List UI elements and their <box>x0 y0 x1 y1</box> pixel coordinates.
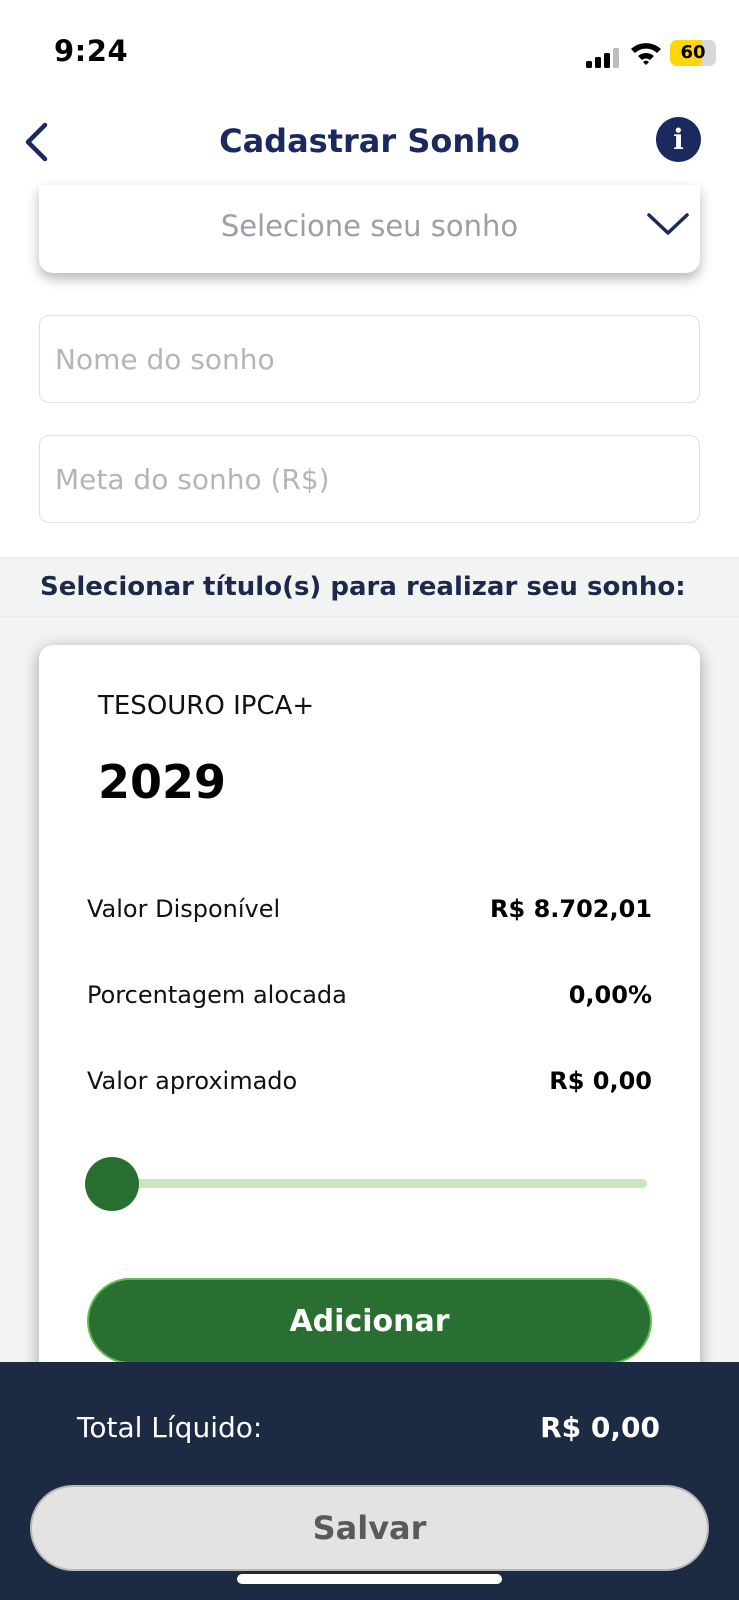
chevron-down-icon <box>647 213 689 235</box>
add-button[interactable]: Adicionar <box>87 1278 652 1364</box>
dream-goal-field[interactable] <box>39 435 700 523</box>
cellular-signal-icon <box>586 48 620 68</box>
battery-icon: 60 <box>670 40 716 66</box>
total-label: Total Líquido: <box>77 1411 263 1444</box>
home-indicator <box>237 1574 502 1584</box>
allocated-percentage-row: Porcentagem alocada 0,00% <box>87 975 652 1015</box>
slider-track <box>97 1179 647 1188</box>
total-value: R$ 0,00 <box>540 1411 660 1444</box>
approximate-value-row: Valor aproximado R$ 0,00 <box>87 1061 652 1101</box>
available-value-row: Valor Disponível R$ 8.702,01 <box>87 889 652 929</box>
dream-select-placeholder: Selecione seu sonho <box>220 209 519 243</box>
page-title: Cadastrar Sonho <box>219 122 520 160</box>
slider-thumb[interactable] <box>85 1157 139 1211</box>
info-icon: i <box>673 123 684 156</box>
footer-panel: Total Líquido: R$ 0,00 Salvar <box>0 1362 739 1600</box>
section-title: Selecionar título(s) para realizar seu s… <box>40 572 686 602</box>
dream-name-field[interactable] <box>39 315 700 403</box>
row-value: R$ 0,00 <box>549 1067 652 1095</box>
dream-form: Selecione seu sonho <box>0 185 739 557</box>
row-value: R$ 8.702,01 <box>490 895 652 923</box>
title-type: TESOURO IPCA+ <box>98 691 315 721</box>
row-value: 0,00% <box>568 981 652 1009</box>
row-label: Porcentagem alocada <box>87 981 347 1009</box>
battery-level: 60 <box>680 42 706 63</box>
allocation-slider[interactable] <box>85 1155 647 1211</box>
dream-goal-input[interactable] <box>55 462 684 496</box>
title-year: 2029 <box>98 755 227 809</box>
status-time: 9:24 <box>54 34 129 68</box>
nav-bar: Cadastrar Sonho <box>0 100 739 185</box>
info-button[interactable]: i <box>656 117 701 162</box>
section-header: Selecionar título(s) para realizar seu s… <box>0 557 739 617</box>
row-label: Valor Disponível <box>87 895 281 923</box>
row-label: Valor aproximado <box>87 1067 298 1095</box>
status-bar: 9:24 60 <box>0 0 739 100</box>
dream-name-input[interactable] <box>55 342 684 376</box>
wifi-icon <box>631 43 661 65</box>
title-card: TESOURO IPCA+ 2029 Valor Disponível R$ 8… <box>39 645 700 1375</box>
dream-select[interactable]: Selecione seu sonho <box>39 185 700 273</box>
save-button[interactable]: Salvar <box>30 1485 709 1571</box>
